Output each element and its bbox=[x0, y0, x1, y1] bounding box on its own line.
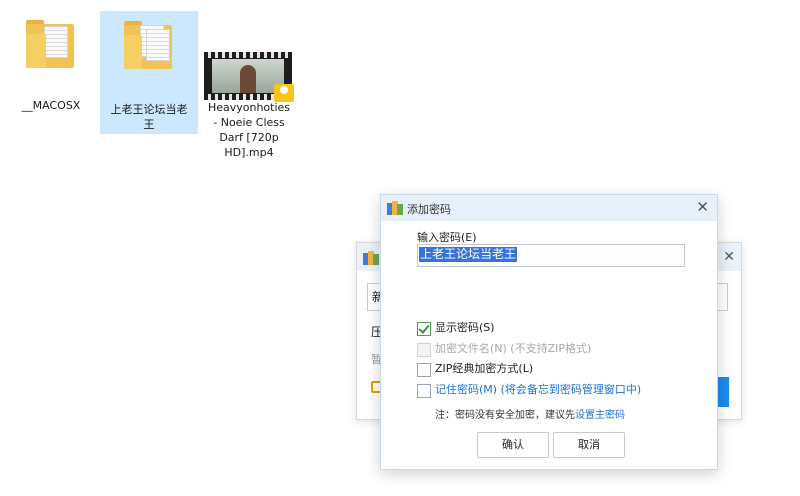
remember-password-label: 记住密码(M) (将会备忘到密码管理窗口中) bbox=[435, 383, 642, 396]
app-icon bbox=[363, 251, 379, 265]
security-note: 注：密码没有安全加密，建议先设置主密码 bbox=[435, 406, 625, 421]
desktop-item-selected-folder[interactable]: 上老王论坛当老 王 bbox=[100, 11, 198, 134]
desktop-item-macosx-folder[interactable]: __MACOSX bbox=[8, 12, 94, 122]
dialog-title-bar: 添加密码 ✕ bbox=[381, 195, 717, 221]
app-icon bbox=[387, 201, 403, 215]
folder-icon bbox=[124, 21, 174, 71]
encrypt-filenames-checkbox bbox=[417, 343, 431, 357]
show-password-label: 显示密码(S) bbox=[435, 321, 495, 334]
add-password-dialog: 添加密码 ✕ 输入密码(E) 上老王论坛当老王 显示密码(S) 加密文件名(N)… bbox=[380, 194, 718, 470]
desktop-item-label: __MACOSX bbox=[21, 99, 81, 112]
password-input[interactable]: 上老王论坛当老王 bbox=[417, 244, 685, 267]
desktop-item-label: 上老王论坛当老 王 bbox=[110, 103, 188, 131]
desktop-item-label: Heavyonhoties - Noeie Cless Darf [720p H… bbox=[207, 101, 291, 159]
desktop-item-video-file[interactable]: Heavyonhoties - Noeie Cless Darf [720p H… bbox=[200, 50, 298, 164]
cancel-button[interactable]: 取消 bbox=[553, 432, 625, 458]
close-button[interactable]: ✕ bbox=[696, 198, 709, 216]
security-note-text: 注：密码没有安全加密，建议先 bbox=[435, 410, 575, 421]
close-icon[interactable]: ✕ bbox=[723, 249, 735, 265]
password-value: 上老王论坛当老王 bbox=[419, 247, 518, 262]
set-master-password-link[interactable]: 设置主密码 bbox=[575, 410, 625, 421]
remember-password-checkbox[interactable] bbox=[417, 384, 431, 398]
encrypt-filenames-label: 加密文件名(N) (不支持ZIP格式) bbox=[435, 342, 592, 355]
password-label: 输入密码(E) bbox=[417, 231, 477, 244]
zip-classic-label: ZIP经典加密方式(L) bbox=[435, 362, 534, 375]
zip-classic-checkbox[interactable] bbox=[417, 363, 431, 377]
show-password-checkbox[interactable] bbox=[417, 322, 431, 336]
video-thumbnail bbox=[204, 50, 294, 102]
confirm-button[interactable]: 确认 bbox=[477, 432, 549, 458]
folder-icon bbox=[26, 20, 76, 70]
dialog-title: 添加密码 bbox=[407, 203, 451, 216]
